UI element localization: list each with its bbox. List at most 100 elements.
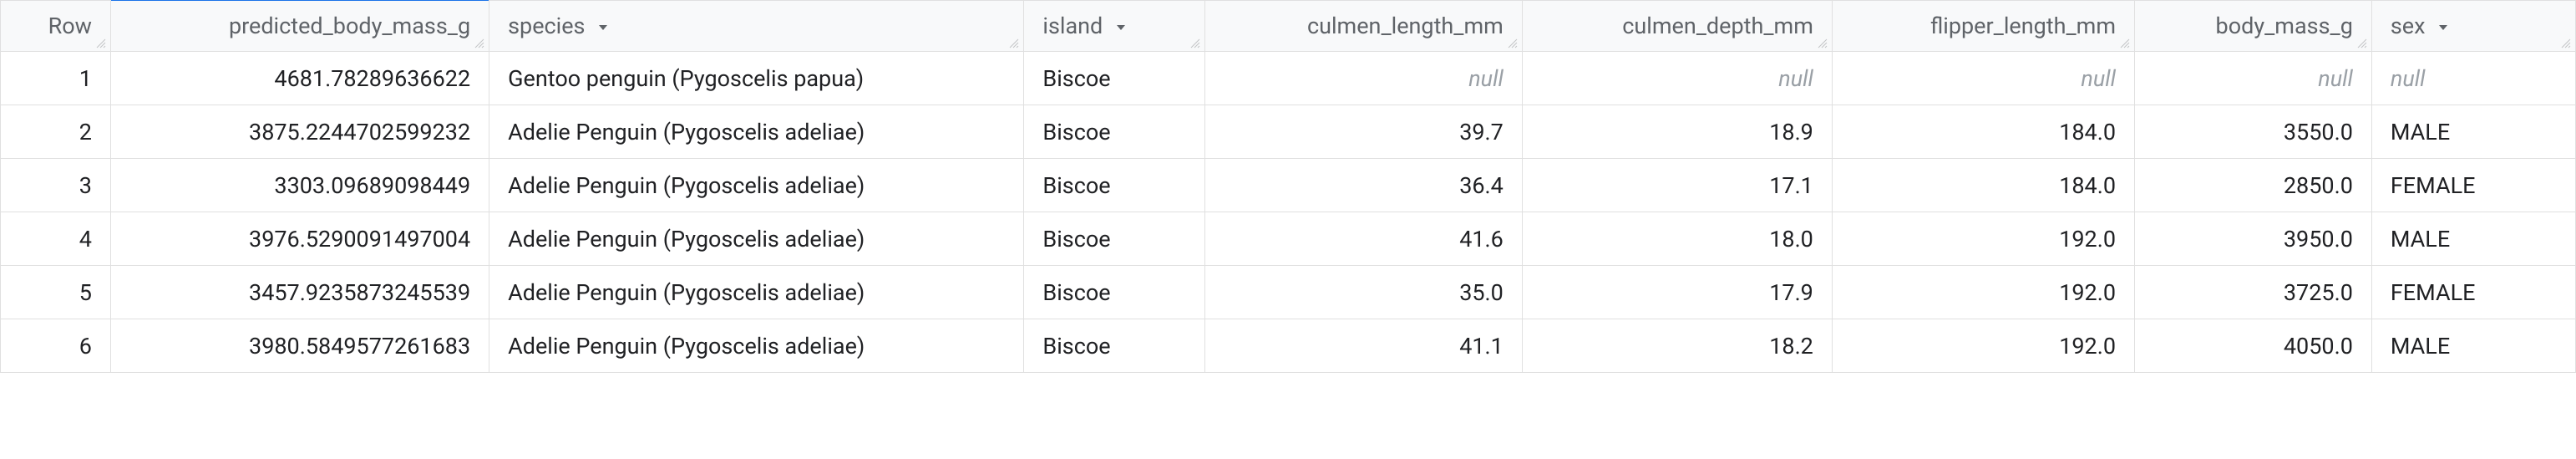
- cell-predicted-body-mass-g: 3875.2244702599232: [110, 105, 489, 159]
- col-header-label: sex: [2391, 13, 2426, 39]
- col-header-island[interactable]: island: [1024, 1, 1205, 52]
- cell-island: Biscoe: [1024, 319, 1205, 373]
- resize-handle-icon[interactable]: [95, 38, 107, 49]
- cell-culmen-length-mm: 36.4: [1205, 159, 1523, 212]
- cell-row: 6: [1, 319, 111, 373]
- table-row[interactable]: 53457.9235873245539Adelie Penguin (Pygos…: [1, 266, 2576, 319]
- cell-culmen-depth-mm: 18.9: [1522, 105, 1832, 159]
- cell-island: Biscoe: [1024, 52, 1205, 105]
- cell-species: Adelie Penguin (Pygoscelis adeliae): [489, 105, 1024, 159]
- cell-island: Biscoe: [1024, 105, 1205, 159]
- col-header-label: flipper_length_mm: [1930, 13, 2116, 39]
- cell-body-mass-g: 3725.0: [2135, 266, 2372, 319]
- results-table: Row predicted_body_mass_g species: [0, 0, 2576, 373]
- cell-culmen-depth-mm: null: [1522, 52, 1832, 105]
- col-header-flipper-length[interactable]: flipper_length_mm: [1832, 1, 2134, 52]
- cell-row: 4: [1, 212, 111, 266]
- null-value: null: [2318, 65, 2353, 92]
- cell-sex: MALE: [2371, 105, 2575, 159]
- cell-species: Adelie Penguin (Pygoscelis adeliae): [489, 319, 1024, 373]
- cell-culmen-depth-mm: 18.0: [1522, 212, 1832, 266]
- null-value: null: [1778, 65, 1813, 92]
- resize-handle-icon[interactable]: [1008, 38, 1020, 49]
- resize-handle-icon[interactable]: [2560, 38, 2572, 49]
- col-header-label: culmen_length_mm: [1307, 13, 1504, 39]
- cell-island: Biscoe: [1024, 266, 1205, 319]
- col-header-label: species: [508, 13, 585, 39]
- col-header-label: body_mass_g: [2216, 13, 2353, 39]
- cell-island: Biscoe: [1024, 159, 1205, 212]
- table-row[interactable]: 33303.09689098449Adelie Penguin (Pygosce…: [1, 159, 2576, 212]
- cell-species: Gentoo penguin (Pygoscelis papua): [489, 52, 1024, 105]
- cell-culmen-depth-mm: 18.2: [1522, 319, 1832, 373]
- resize-handle-icon[interactable]: [1189, 38, 1201, 49]
- col-header-culmen-length[interactable]: culmen_length_mm: [1205, 1, 1523, 52]
- col-header-row[interactable]: Row: [1, 1, 111, 52]
- cell-island: Biscoe: [1024, 212, 1205, 266]
- table-row[interactable]: 23875.2244702599232Adelie Penguin (Pygos…: [1, 105, 2576, 159]
- col-header-body-mass[interactable]: body_mass_g: [2135, 1, 2372, 52]
- resize-handle-icon[interactable]: [1507, 38, 1519, 49]
- dropdown-icon[interactable]: [1113, 20, 1128, 35]
- cell-flipper-length-mm: 184.0: [1832, 159, 2134, 212]
- table-header: Row predicted_body_mass_g species: [1, 1, 2576, 52]
- cell-flipper-length-mm: 192.0: [1832, 212, 2134, 266]
- cell-flipper-length-mm: 192.0: [1832, 266, 2134, 319]
- col-header-label: culmen_depth_mm: [1622, 13, 1813, 39]
- cell-culmen-length-mm: 41.1: [1205, 319, 1523, 373]
- cell-culmen-depth-mm: 17.9: [1522, 266, 1832, 319]
- cell-body-mass-g: 4050.0: [2135, 319, 2372, 373]
- cell-culmen-length-mm: null: [1205, 52, 1523, 105]
- cell-predicted-body-mass-g: 3457.9235873245539: [110, 266, 489, 319]
- cell-culmen-depth-mm: 17.1: [1522, 159, 1832, 212]
- cell-sex: MALE: [2371, 319, 2575, 373]
- cell-flipper-length-mm: null: [1832, 52, 2134, 105]
- cell-flipper-length-mm: 192.0: [1832, 319, 2134, 373]
- cell-species: Adelie Penguin (Pygoscelis adeliae): [489, 212, 1024, 266]
- cell-sex: null: [2371, 52, 2575, 105]
- cell-body-mass-g: 2850.0: [2135, 159, 2372, 212]
- resize-handle-icon[interactable]: [2356, 38, 2368, 49]
- resize-handle-icon[interactable]: [474, 38, 485, 49]
- cell-predicted-body-mass-g: 4681.78289636622: [110, 52, 489, 105]
- cell-sex: FEMALE: [2371, 159, 2575, 212]
- dropdown-icon[interactable]: [2436, 20, 2451, 35]
- cell-culmen-length-mm: 35.0: [1205, 266, 1523, 319]
- table-row[interactable]: 14681.78289636622Gentoo penguin (Pygosce…: [1, 52, 2576, 105]
- null-value: null: [2391, 65, 2426, 92]
- col-header-culmen-depth[interactable]: culmen_depth_mm: [1522, 1, 1832, 52]
- cell-species: Adelie Penguin (Pygoscelis adeliae): [489, 266, 1024, 319]
- null-value: null: [1468, 65, 1504, 92]
- table-row[interactable]: 43976.5290091497004Adelie Penguin (Pygos…: [1, 212, 2576, 266]
- cell-predicted-body-mass-g: 3976.5290091497004: [110, 212, 489, 266]
- header-row: Row predicted_body_mass_g species: [1, 1, 2576, 52]
- active-column-indicator: [111, 0, 489, 1]
- cell-culmen-length-mm: 41.6: [1205, 212, 1523, 266]
- cell-predicted-body-mass-g: 3980.5849577261683: [110, 319, 489, 373]
- table-row[interactable]: 63980.5849577261683Adelie Penguin (Pygos…: [1, 319, 2576, 373]
- cell-flipper-length-mm: 184.0: [1832, 105, 2134, 159]
- cell-row: 3: [1, 159, 111, 212]
- cell-predicted-body-mass-g: 3303.09689098449: [110, 159, 489, 212]
- dropdown-icon[interactable]: [596, 20, 611, 35]
- cell-body-mass-g: 3950.0: [2135, 212, 2372, 266]
- col-header-predicted-body-mass[interactable]: predicted_body_mass_g: [110, 1, 489, 52]
- col-header-label: predicted_body_mass_g: [229, 13, 470, 39]
- cell-row: 2: [1, 105, 111, 159]
- null-value: null: [2081, 65, 2116, 92]
- cell-sex: MALE: [2371, 212, 2575, 266]
- resize-handle-icon[interactable]: [2119, 38, 2131, 49]
- cell-row: 5: [1, 266, 111, 319]
- col-header-label: Row: [48, 13, 92, 39]
- cell-row: 1: [1, 52, 111, 105]
- resize-handle-icon[interactable]: [1817, 38, 1828, 49]
- cell-culmen-length-mm: 39.7: [1205, 105, 1523, 159]
- cell-sex: FEMALE: [2371, 266, 2575, 319]
- cell-species: Adelie Penguin (Pygoscelis adeliae): [489, 159, 1024, 212]
- col-header-sex[interactable]: sex: [2371, 1, 2575, 52]
- col-header-species[interactable]: species: [489, 1, 1024, 52]
- col-header-label: island: [1042, 13, 1103, 39]
- table-body: 14681.78289636622Gentoo penguin (Pygosce…: [1, 52, 2576, 373]
- cell-body-mass-g: null: [2135, 52, 2372, 105]
- cell-body-mass-g: 3550.0: [2135, 105, 2372, 159]
